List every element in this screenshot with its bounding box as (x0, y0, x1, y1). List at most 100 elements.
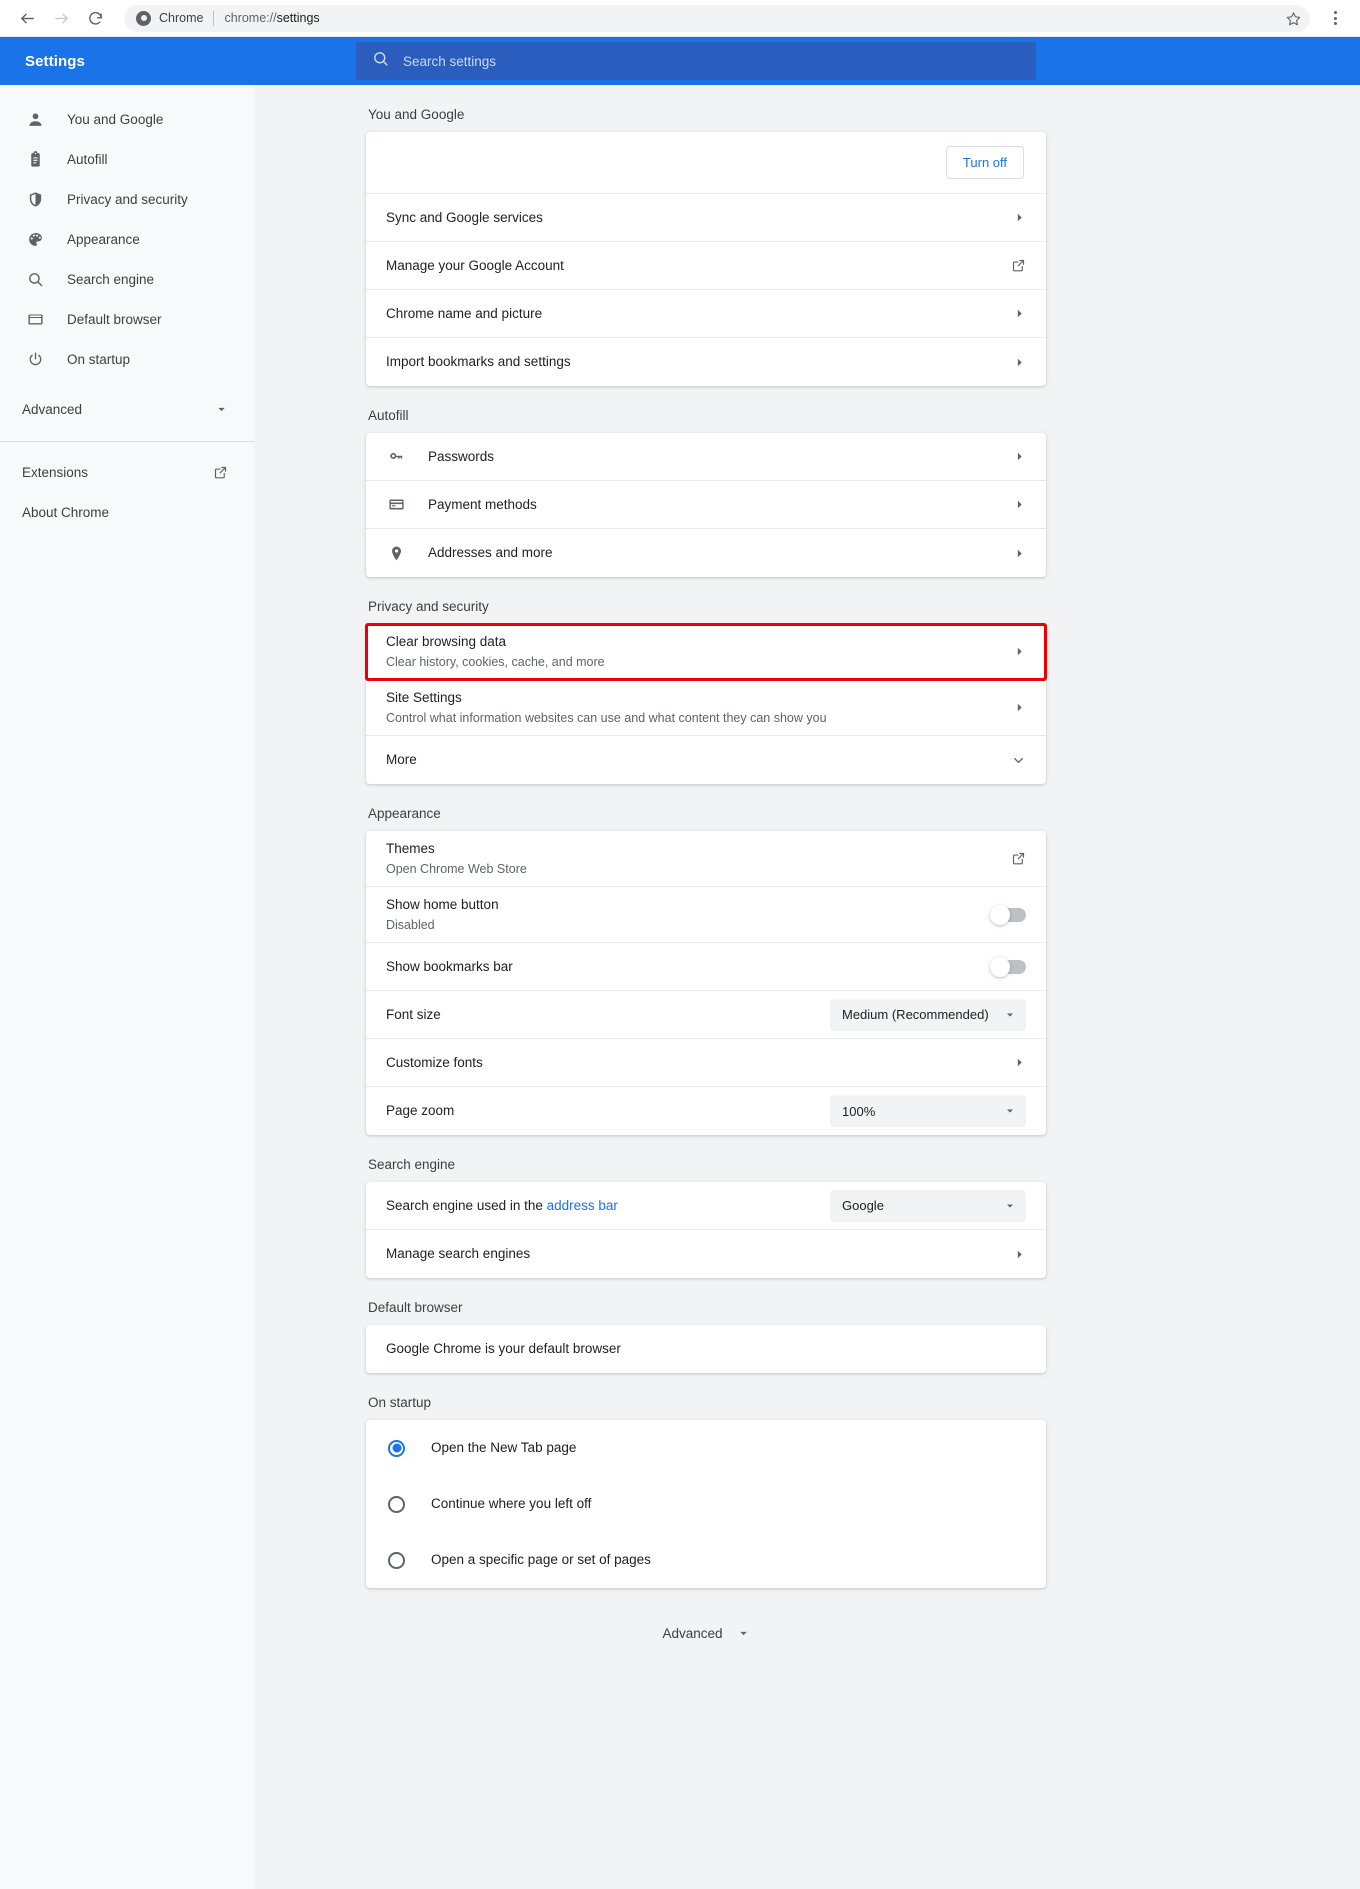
row-customize-fonts[interactable]: Customize fonts (366, 1039, 1046, 1087)
chevron-right-icon (1013, 498, 1026, 511)
browser-window-icon (25, 309, 45, 329)
row-addresses-and-more[interactable]: Addresses and more (366, 529, 1046, 577)
advanced-expander[interactable]: Advanced (366, 1626, 1046, 1641)
settings-search-box[interactable] (356, 42, 1036, 80)
chevron-right-icon (1013, 356, 1026, 369)
chevron-down-icon (1004, 1200, 1016, 1212)
clipboard-icon (25, 149, 45, 169)
sidebar-item-autofill[interactable]: Autofill (0, 139, 254, 179)
row-default-browser-status: Google Chrome is your default browser (366, 1325, 1046, 1373)
row-label: Search engine used in the address bar (386, 1196, 830, 1216)
row-search-engine-used[interactable]: Search engine used in the address bar Go… (366, 1182, 1046, 1230)
show-home-button-toggle[interactable] (990, 904, 1026, 925)
section-title-privacy-and-security: Privacy and security (368, 599, 489, 614)
row-site-settings[interactable]: Site Settings Control what information w… (366, 680, 1046, 736)
sidebar-item-you-and-google[interactable]: You and Google (0, 99, 254, 139)
section-title-you-and-google: You and Google (368, 107, 465, 122)
row-passwords[interactable]: Passwords (366, 433, 1046, 481)
radio-button-icon[interactable] (388, 1495, 405, 1513)
chevron-right-icon (1013, 307, 1026, 320)
sidebar-item-search-engine[interactable]: Search engine (0, 259, 254, 299)
address-bar-link[interactable]: address bar (547, 1198, 618, 1213)
chevron-down-icon (737, 1627, 750, 1640)
radio-continue-where-you-left-off[interactable]: Continue where you left off (366, 1476, 1046, 1532)
page-zoom-value: 100% (842, 1103, 876, 1119)
chevron-right-icon (1013, 645, 1026, 658)
palette-icon (25, 229, 45, 249)
sidebar-item-about-chrome[interactable]: About Chrome (0, 492, 254, 532)
row-font-size[interactable]: Font size Medium (Recommended) (366, 991, 1046, 1039)
sidebar-item-on-startup[interactable]: On startup (0, 339, 254, 379)
back-arrow-icon (19, 10, 36, 27)
radio-open-new-tab-page[interactable]: Open the New Tab page (366, 1420, 1046, 1476)
row-chrome-name-and-picture[interactable]: Chrome name and picture (366, 290, 1046, 338)
row-label: Payment methods (428, 496, 537, 512)
search-input[interactable] (403, 53, 1020, 69)
row-sync-and-google-services[interactable]: Sync and Google services (366, 194, 1046, 242)
row-import-bookmarks-and-settings[interactable]: Import bookmarks and settings (366, 338, 1046, 386)
search-engine-select[interactable]: Google (830, 1189, 1026, 1222)
sidebar-item-advanced[interactable]: Advanced (0, 387, 254, 431)
row-page-zoom[interactable]: Page zoom 100% (366, 1087, 1046, 1135)
radio-label: Open a specific page or set of pages (431, 1552, 651, 1568)
sidebar-item-label: Default browser (67, 311, 162, 327)
sidebar-item-label: Autofill (67, 151, 108, 167)
turn-off-sync-button[interactable]: Turn off (945, 146, 1024, 179)
row-themes[interactable]: Themes Open Chrome Web Store (366, 831, 1046, 887)
row-show-home-button[interactable]: Show home button Disabled (366, 887, 1046, 943)
page-zoom-select[interactable]: 100% (830, 1095, 1026, 1127)
chevron-down-icon (1004, 1009, 1016, 1021)
row-manage-search-engines[interactable]: Manage search engines (366, 1230, 1046, 1278)
section-title-autofill: Autofill (368, 408, 409, 423)
row-label: Manage search engines (386, 1246, 531, 1262)
card-appearance: Themes Open Chrome Web Store Show home b… (366, 831, 1046, 1135)
bookmark-star-icon[interactable] (1282, 7, 1304, 29)
card-autofill: Passwords Payment methods Addresses and … (366, 433, 1046, 577)
row-label: Customize fonts (386, 1054, 483, 1070)
row-more[interactable]: More (366, 736, 1046, 784)
chevron-right-icon (1013, 701, 1026, 714)
sidebar-item-default-browser[interactable]: Default browser (0, 299, 254, 339)
three-dot-menu-icon[interactable] (1322, 3, 1348, 33)
sidebar-item-extensions[interactable]: Extensions (0, 452, 254, 492)
card-you-and-google: Turn off Sync and Google services Manage… (366, 132, 1046, 386)
sidebar-item-label: You and Google (67, 111, 164, 127)
back-button[interactable] (12, 3, 42, 33)
row-clear-browsing-data[interactable]: Clear browsing data Clear history, cooki… (365, 623, 1047, 681)
row-sublabel: Control what information websites can us… (386, 710, 827, 725)
font-size-value: Medium (Recommended) (842, 1007, 989, 1022)
chevron-right-icon (1013, 211, 1026, 224)
section-title-on-startup: On startup (368, 1395, 432, 1410)
row-label: Show home button (386, 897, 499, 913)
radio-button-icon[interactable] (388, 1439, 405, 1457)
radio-open-specific-page[interactable]: Open a specific page or set of pages (366, 1532, 1046, 1588)
chevron-right-icon (1013, 1248, 1026, 1261)
row-sublabel: Open Chrome Web Store (386, 861, 527, 876)
sidebar-advanced-label: Advanced (22, 401, 83, 417)
row-show-bookmarks-bar[interactable]: Show bookmarks bar (366, 943, 1046, 991)
sidebar-item-appearance[interactable]: Appearance (0, 219, 254, 259)
row-payment-methods[interactable]: Payment methods (366, 481, 1046, 529)
card-search-engine: Search engine used in the address bar Go… (366, 1182, 1046, 1278)
row-label: Manage your Google Account (386, 257, 564, 273)
address-bar[interactable]: Chrome chrome://settings (124, 4, 1310, 32)
reload-button[interactable] (80, 3, 110, 33)
sidebar-item-label: Search engine (67, 271, 155, 287)
forward-button[interactable] (46, 3, 76, 33)
card-on-startup: Open the New Tab page Continue where you… (366, 1420, 1046, 1588)
search-engine-value: Google (842, 1198, 884, 1213)
chevron-right-icon (1013, 450, 1026, 463)
external-link-icon (1011, 851, 1026, 866)
external-link-icon (213, 465, 228, 480)
row-manage-google-account[interactable]: Manage your Google Account (366, 242, 1046, 290)
row-label: Import bookmarks and settings (386, 354, 571, 370)
show-bookmarks-bar-toggle[interactable] (990, 956, 1026, 977)
radio-button-icon[interactable] (388, 1551, 405, 1569)
font-size-select[interactable]: Medium (Recommended) (830, 998, 1026, 1031)
sidebar-item-label: Appearance (67, 231, 140, 247)
row-label: Site Settings (386, 690, 462, 706)
sidebar-item-privacy-and-security[interactable]: Privacy and security (0, 179, 254, 219)
chevron-down-icon (215, 403, 228, 416)
row-label: Clear browsing data (386, 634, 507, 650)
row-label: Show bookmarks bar (386, 958, 513, 974)
